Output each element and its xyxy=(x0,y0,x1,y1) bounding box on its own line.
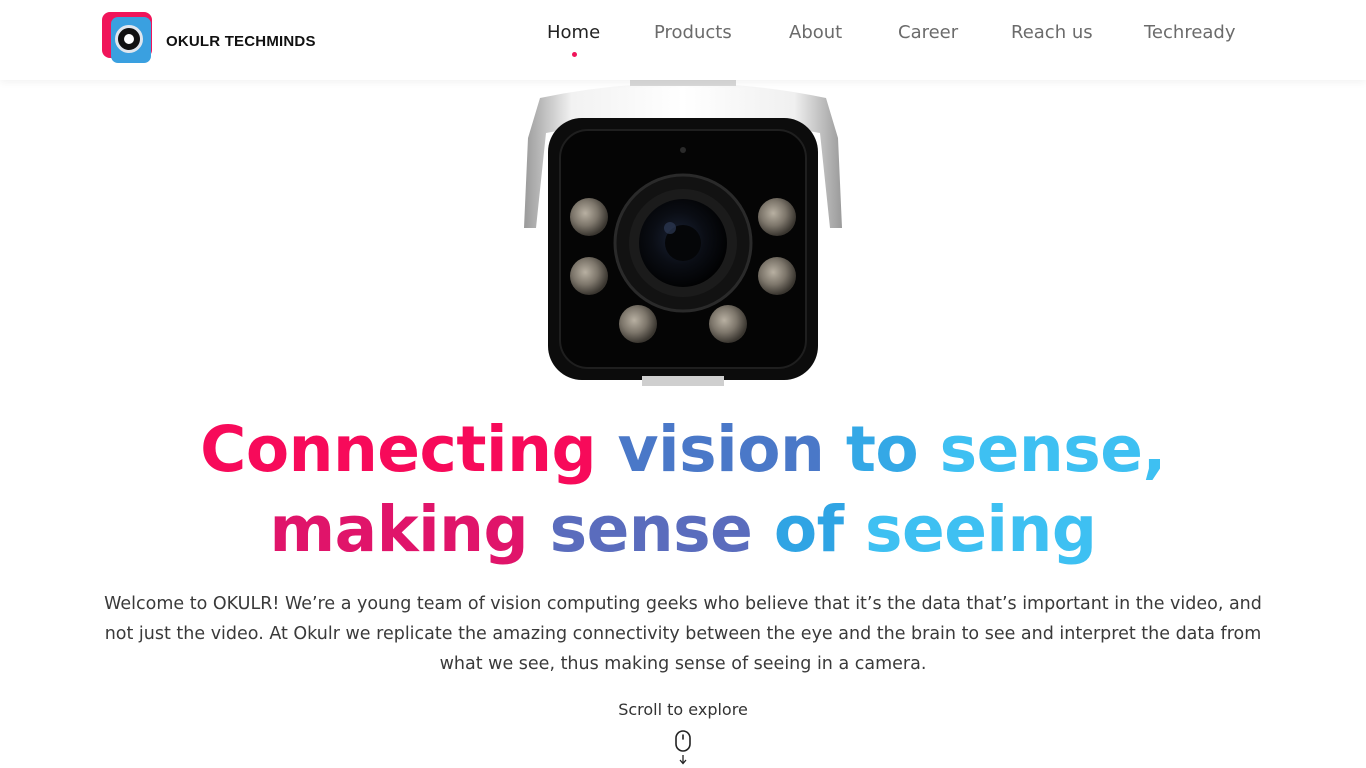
headline-word: Connecting xyxy=(200,413,597,486)
nav-products-label: Products xyxy=(654,22,732,43)
headline-word: sense xyxy=(549,493,753,566)
nav-reach-us-label: Reach us xyxy=(1011,22,1093,43)
site-header: OKULR TECHMINDS Home Products About Care… xyxy=(0,0,1366,80)
bullet-cctv-camera-icon xyxy=(524,78,842,386)
hero-intro-text: Welcome to OKULR! We’re a young team of … xyxy=(104,594,1262,674)
headline-word: of xyxy=(773,493,844,566)
nav-reach-us[interactable]: Reach us xyxy=(1011,22,1093,43)
headline-word: vision xyxy=(617,413,825,486)
hero-headline: Connecting vision to sense, making sense… xyxy=(0,410,1366,570)
headline-word: seeing xyxy=(864,493,1097,566)
active-indicator-dot xyxy=(571,52,577,57)
nav-about[interactable]: About xyxy=(789,22,842,43)
scroll-to-explore-label[interactable]: Scroll to explore xyxy=(0,700,1366,719)
nav-techready[interactable]: Techready xyxy=(1144,22,1236,43)
nav-career[interactable]: Career xyxy=(898,22,958,43)
mouse-scroll-icon[interactable] xyxy=(674,729,692,767)
nav-home-label: Home xyxy=(547,22,601,43)
nav-techready-label: Techready xyxy=(1144,22,1236,43)
headline-word: making xyxy=(269,493,529,566)
nav-products[interactable]: Products xyxy=(654,22,732,43)
main-nav: Home Products About Career Reach us Tech… xyxy=(0,22,1366,62)
nav-about-label: About xyxy=(789,22,843,43)
headline-word: sense, xyxy=(939,413,1167,486)
headline-word: to xyxy=(845,413,919,486)
nav-home[interactable]: Home xyxy=(547,22,601,57)
nav-career-label: Career xyxy=(898,22,959,43)
